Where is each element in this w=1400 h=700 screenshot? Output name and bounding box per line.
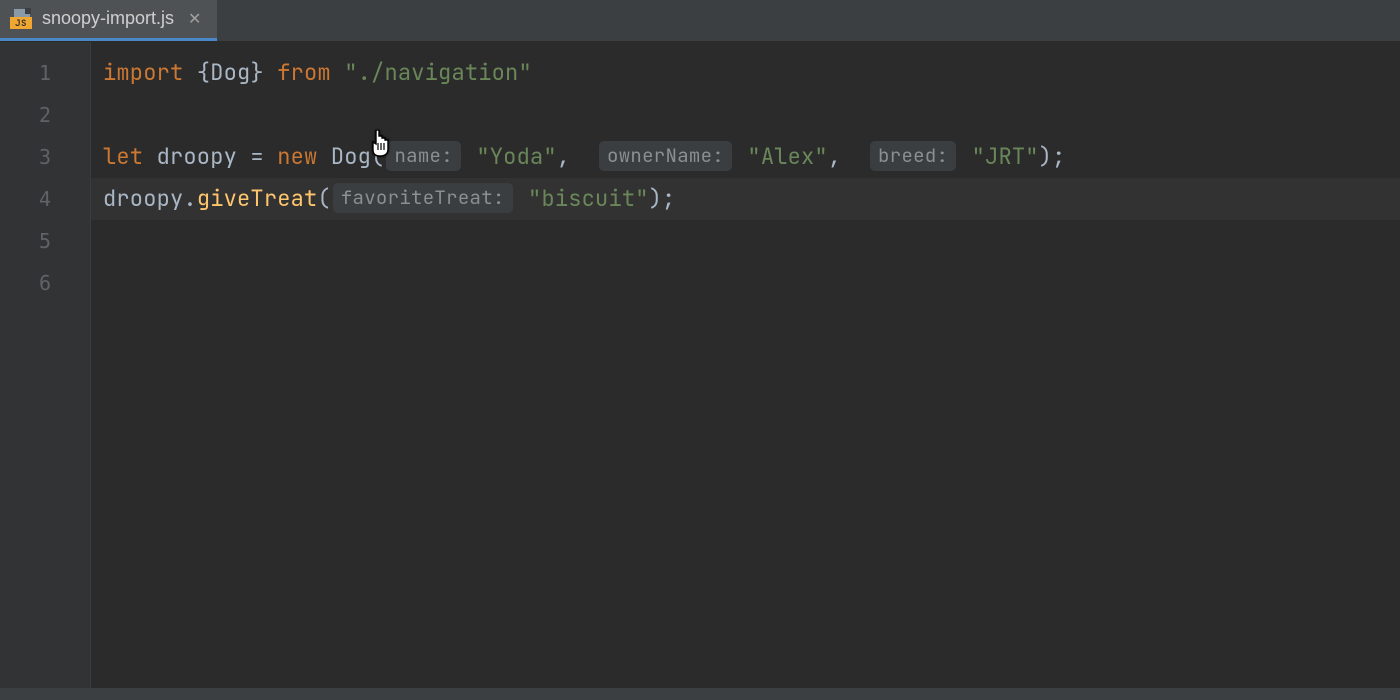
keyword-new: new [277, 142, 317, 171]
code-line[interactable]: let droopy = new Dog(name: "Yoda", owner… [91, 136, 1400, 178]
ide-window: JS snoopy-import.js ✕ 1 2 3 4 5 6 import… [0, 0, 1400, 700]
code-line[interactable] [91, 94, 1400, 136]
code-line-current[interactable]: droopy.giveTreat(favoriteTreat: "biscuit… [91, 178, 1400, 220]
line-number: 2 [0, 94, 90, 136]
param-hint-breed: breed: [870, 141, 956, 171]
operator-eq: = [250, 142, 263, 171]
keyword-from: from [277, 58, 331, 87]
line-number: 4 [0, 178, 90, 220]
status-bar [0, 688, 1400, 700]
gutter: 1 2 3 4 5 6 [0, 42, 90, 688]
comma: , [828, 142, 841, 171]
close-icon[interactable]: ✕ [184, 9, 205, 29]
string-literal: "Alex" [747, 142, 827, 171]
brace: } [250, 58, 263, 87]
identifier: droopy [157, 142, 237, 171]
keyword-import: import [103, 58, 183, 87]
line-number: 3 [0, 136, 90, 178]
editor[interactable]: 1 2 3 4 5 6 import {Dog} from "./navigat… [0, 42, 1400, 688]
code-line[interactable] [91, 220, 1400, 262]
line-number: 1 [0, 52, 90, 94]
param-hint-treat: favoriteTreat: [333, 183, 513, 213]
brace: { [197, 58, 210, 87]
line-number: 5 [0, 220, 90, 262]
param-hint-name: name: [386, 141, 461, 171]
paren-close: ); [1039, 142, 1066, 171]
comma: , [557, 142, 570, 171]
string-literal: "biscuit" [528, 184, 649, 213]
string-literal: "JRT" [972, 142, 1039, 171]
paren: ( [371, 142, 384, 171]
string-literal: "Yoda" [476, 142, 556, 171]
code-line[interactable]: import {Dog} from "./navigation" [91, 52, 1400, 94]
dot: . [183, 184, 196, 213]
line-number: 6 [0, 262, 90, 304]
file-tab[interactable]: JS snoopy-import.js ✕ [0, 0, 217, 41]
paren: ( [317, 184, 330, 213]
code-area[interactable]: import {Dog} from "./navigation" let dro… [90, 42, 1400, 688]
paren-close: ); [649, 184, 676, 213]
identifier-dog: Dog [210, 58, 250, 87]
method-call: giveTreat [197, 184, 318, 213]
identifier-dog: Dog [331, 142, 371, 171]
tab-bar: JS snoopy-import.js ✕ [0, 0, 1400, 42]
code-line[interactable] [91, 262, 1400, 304]
keyword-let: let [103, 142, 143, 171]
identifier: droopy [103, 184, 183, 213]
string-literal: "./navigation" [344, 58, 532, 87]
tab-filename: snoopy-import.js [42, 8, 174, 29]
js-file-icon: JS [10, 9, 32, 29]
param-hint-owner: ownerName: [599, 141, 732, 171]
